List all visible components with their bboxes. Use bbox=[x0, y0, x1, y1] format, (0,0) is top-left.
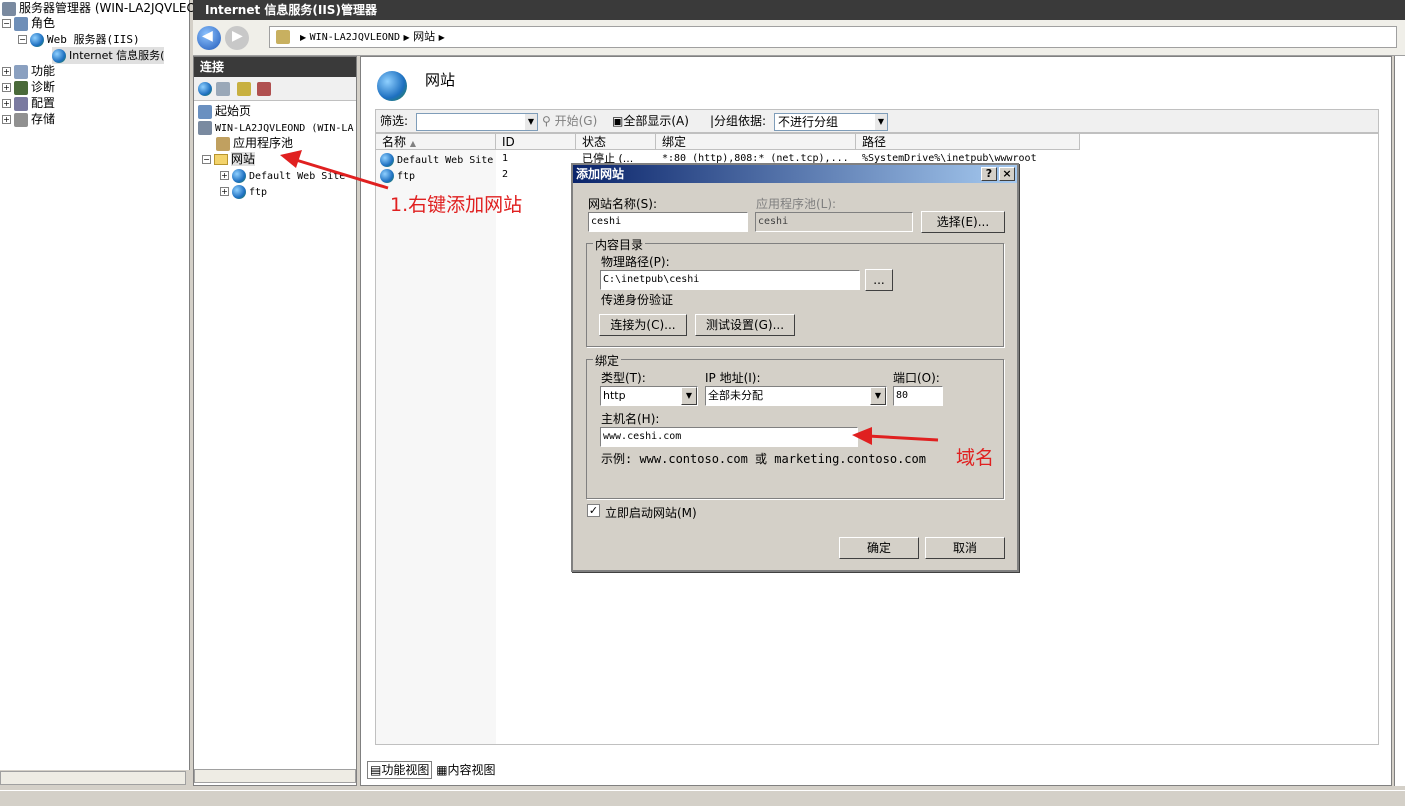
annotation-arrows bbox=[280, 150, 939, 445]
arrowhead-icon bbox=[280, 150, 302, 168]
annotation-domain: 域名 bbox=[956, 447, 995, 469]
annotation-step1: 1.右键添加网站 bbox=[390, 194, 523, 216]
arrowhead-icon bbox=[852, 427, 872, 445]
annotation-arrow-sites bbox=[295, 158, 389, 190]
annotation-arrow-hostname bbox=[867, 434, 939, 442]
